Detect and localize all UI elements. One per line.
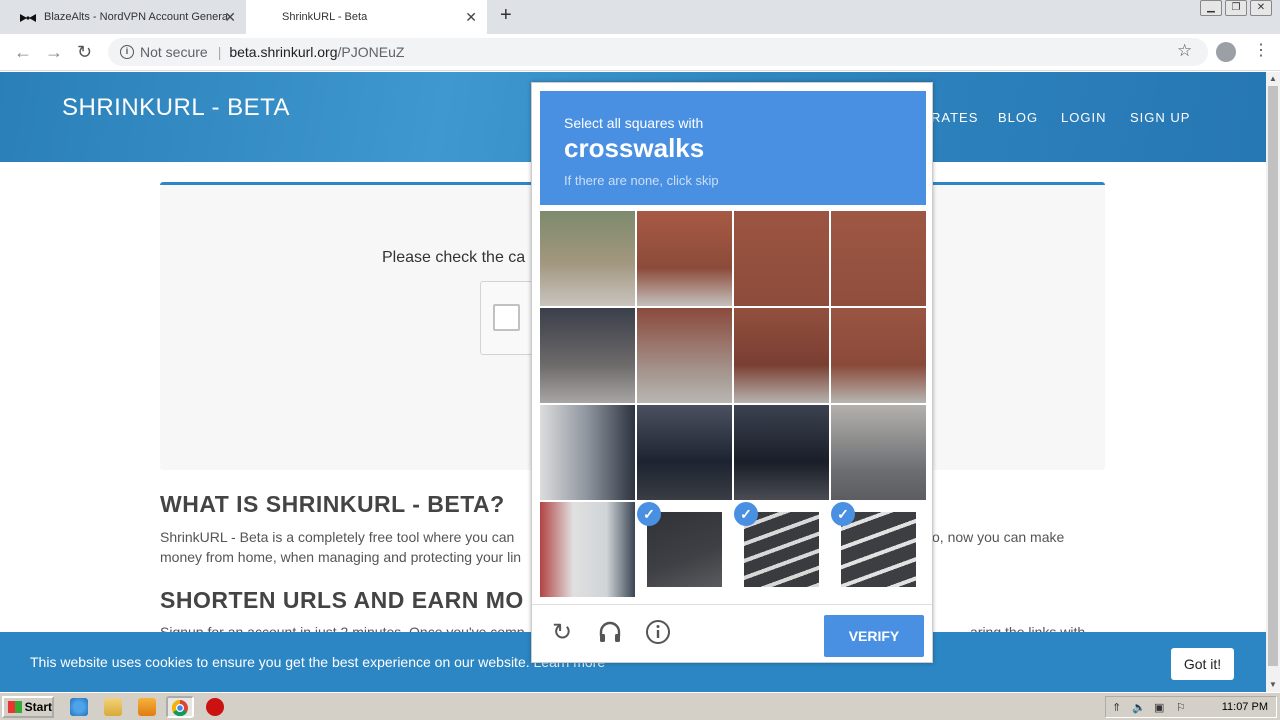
got-it-button[interactable]: Got it! [1171, 648, 1234, 680]
cookie-text: This website uses cookies to ensure you … [30, 654, 530, 670]
captcha-tile[interactable] [637, 308, 732, 403]
tab-title: ShrinkURL - Beta [282, 11, 368, 23]
start-button[interactable]: Start [2, 696, 54, 718]
site-brand[interactable]: SHRINKURL - BETA [62, 94, 290, 122]
info-icon[interactable] [644, 619, 672, 647]
url-host: beta.shrinkurl.org [229, 44, 338, 60]
checkmark-icon: ✓ [637, 502, 661, 526]
page-scrollbar[interactable]: ▲ ▼ [1266, 72, 1280, 692]
divider: | [217, 44, 222, 60]
clock: 11:07 PM [1221, 701, 1268, 713]
captcha-tile[interactable] [637, 405, 732, 500]
captcha-tile[interactable] [831, 308, 926, 403]
captcha-tile[interactable] [831, 211, 926, 306]
challenge-header: Select all squares with crosswalks If th… [540, 91, 926, 205]
captcha-tile[interactable] [831, 405, 926, 500]
challenge-target: crosswalks [564, 133, 705, 163]
minimize-button[interactable]: ▁ [1200, 0, 1222, 16]
media-player-icon[interactable] [138, 698, 156, 716]
reload-icon[interactable]: ↻ [548, 619, 576, 647]
bowtie-icon [20, 13, 36, 22]
profile-avatar-icon[interactable] [1216, 42, 1236, 62]
tab-title: BlazeAlts - NordVPN Account Genera [44, 11, 229, 23]
what-heading: WHAT IS SHRINKURL - BETA? [160, 491, 505, 517]
bookmark-star-icon[interactable]: ☆ [1177, 41, 1192, 61]
browser-toolbar: ← → ↻ i Not secure | beta.shrinkurl.org … [0, 34, 1280, 71]
close-tab-icon[interactable]: ✕ [224, 9, 236, 26]
verify-button[interactable]: VERIFY [824, 615, 924, 657]
headphones-icon[interactable] [596, 619, 624, 647]
captcha-tile[interactable] [540, 405, 635, 500]
captcha-tile[interactable] [540, 308, 635, 403]
what-paragraph-line-2: money from home, when managing and prote… [160, 549, 522, 565]
checkmark-icon: ✓ [734, 502, 758, 526]
menu-dots-icon[interactable]: ⋮ [1253, 40, 1269, 60]
security-label: Not secure [140, 44, 208, 60]
scroll-down-icon[interactable]: ▼ [1269, 680, 1277, 689]
cookie-message: This website uses cookies to ensure you … [30, 654, 605, 670]
what-paragraph-line-1: ShrinkURL - Beta is a completely free to… [160, 529, 515, 545]
nav-blog[interactable]: BLOG [998, 110, 1038, 125]
address-bar[interactable]: i Not secure | beta.shrinkurl.org /PJONE… [108, 38, 1208, 66]
taskbar: Start ⇑ 🔈 ▣ ⚐ 11:07 PM [0, 692, 1280, 720]
anyrun-watermark: ANY RUN [1038, 684, 1252, 692]
nav-login[interactable]: LOGIN [1061, 110, 1106, 125]
tile-image [841, 512, 916, 587]
shorten-heading: SHORTEN URLS AND EARN MO [160, 587, 524, 613]
url-path: /PJONEuZ [337, 44, 405, 60]
captcha-tile[interactable] [734, 405, 829, 500]
start-label: Start [24, 700, 52, 714]
system-tray: ⇑ 🔈 ▣ ⚐ 11:07 PM [1105, 696, 1277, 718]
captcha-tile[interactable] [734, 211, 829, 306]
window-controls: ▁ ❐ ✕ [1200, 0, 1272, 16]
captcha-tile-selected[interactable]: ✓ [734, 502, 829, 597]
captcha-tile[interactable] [540, 502, 635, 597]
nav-rates[interactable]: RATES [931, 110, 978, 125]
challenge-footer: ↻ VERIFY [532, 604, 932, 662]
scroll-thumb[interactable] [1268, 86, 1278, 666]
scroll-up-icon[interactable]: ▲ [1269, 74, 1277, 83]
recaptcha-checkbox[interactable] [493, 304, 520, 331]
network-icon[interactable]: ▣ [1154, 701, 1168, 714]
captcha-tile[interactable] [734, 308, 829, 403]
tile-image [647, 512, 722, 587]
challenge-grid: ✓ ✓ ✓ [540, 211, 926, 597]
new-tab-button[interactable]: + [500, 4, 512, 27]
tab-blazealts[interactable]: BlazeAlts - NordVPN Account Genera ✕ [0, 0, 246, 34]
windows-logo-icon [8, 701, 22, 713]
maximize-button[interactable]: ❐ [1225, 0, 1247, 16]
tab-shrinkurl[interactable]: ShrinkURL - Beta ✕ [246, 0, 487, 34]
challenge-instruction: Select all squares with [564, 115, 704, 131]
captcha-prompt: Please check the ca [382, 249, 526, 266]
forward-icon[interactable]: → [45, 42, 63, 63]
chrome-taskbar-button[interactable] [166, 696, 194, 718]
tile-image [744, 512, 819, 587]
recaptcha-challenge: Select all squares with crosswalks If th… [531, 82, 933, 663]
captcha-tile-selected[interactable]: ✓ [831, 502, 926, 597]
checkmark-icon: ✓ [831, 502, 855, 526]
stop-icon[interactable] [206, 698, 224, 716]
close-window-button[interactable]: ✕ [1250, 0, 1272, 16]
volume-icon[interactable]: 🔈 [1132, 701, 1146, 714]
challenge-hint: If there are none, click skip [564, 173, 719, 188]
internet-explorer-icon[interactable] [70, 698, 88, 716]
info-icon[interactable]: i [120, 45, 134, 59]
close-tab-icon[interactable]: ✕ [465, 9, 477, 26]
reload-page-icon[interactable]: ↻ [77, 42, 92, 63]
tray-arrow-icon[interactable]: ⇑ [1112, 701, 1126, 714]
tab-strip: BlazeAlts - NordVPN Account Genera ✕ Shr… [0, 0, 1280, 34]
captcha-tile[interactable] [540, 211, 635, 306]
folder-icon[interactable] [104, 698, 122, 716]
flag-icon[interactable]: ⚐ [1176, 701, 1190, 714]
nav-signup[interactable]: SIGN UP [1130, 110, 1190, 125]
back-icon[interactable]: ← [14, 42, 32, 63]
captcha-tile-selected[interactable]: ✓ [637, 502, 732, 597]
what-paragraph-line-1-end: o, now you can make [932, 529, 1065, 545]
captcha-tile[interactable] [637, 211, 732, 306]
